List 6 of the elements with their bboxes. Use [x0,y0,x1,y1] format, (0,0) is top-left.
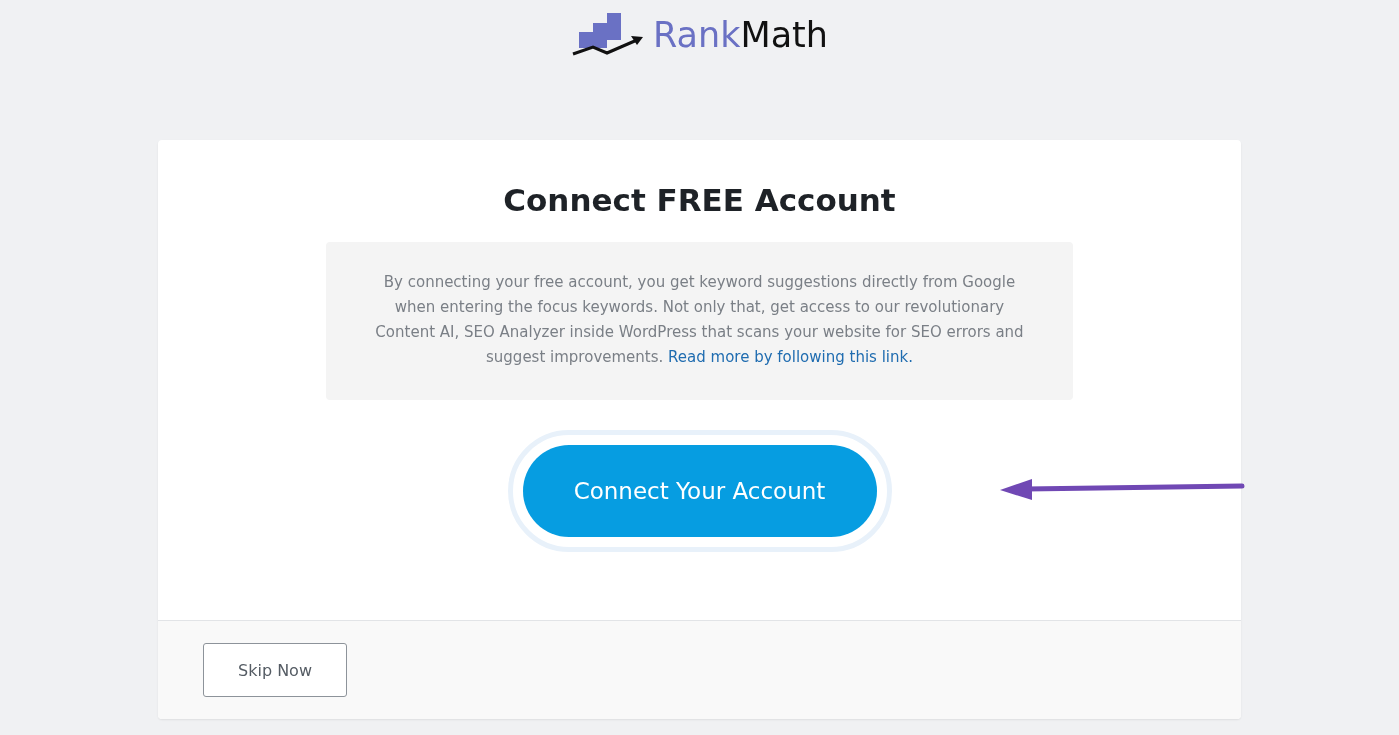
logo-text: RankMath [653,14,828,57]
card-title: Connect FREE Account [503,181,896,220]
description-text: By connecting your free account, you get keyword suggestions directly from Google when entering the focus keywords. Not only that, get access to our revolutionary Content AI, SEO Analyzer inside WordPress that scans your website for SEO errors and suggest improvements. Read more by following this link. [374,272,1025,368]
read-more-link[interactable]: Read more by following this link. [668,348,913,366]
connect-account-button[interactable]: Connect Your Account [522,445,877,537]
skip-button[interactable]: Skip Now [203,643,347,697]
